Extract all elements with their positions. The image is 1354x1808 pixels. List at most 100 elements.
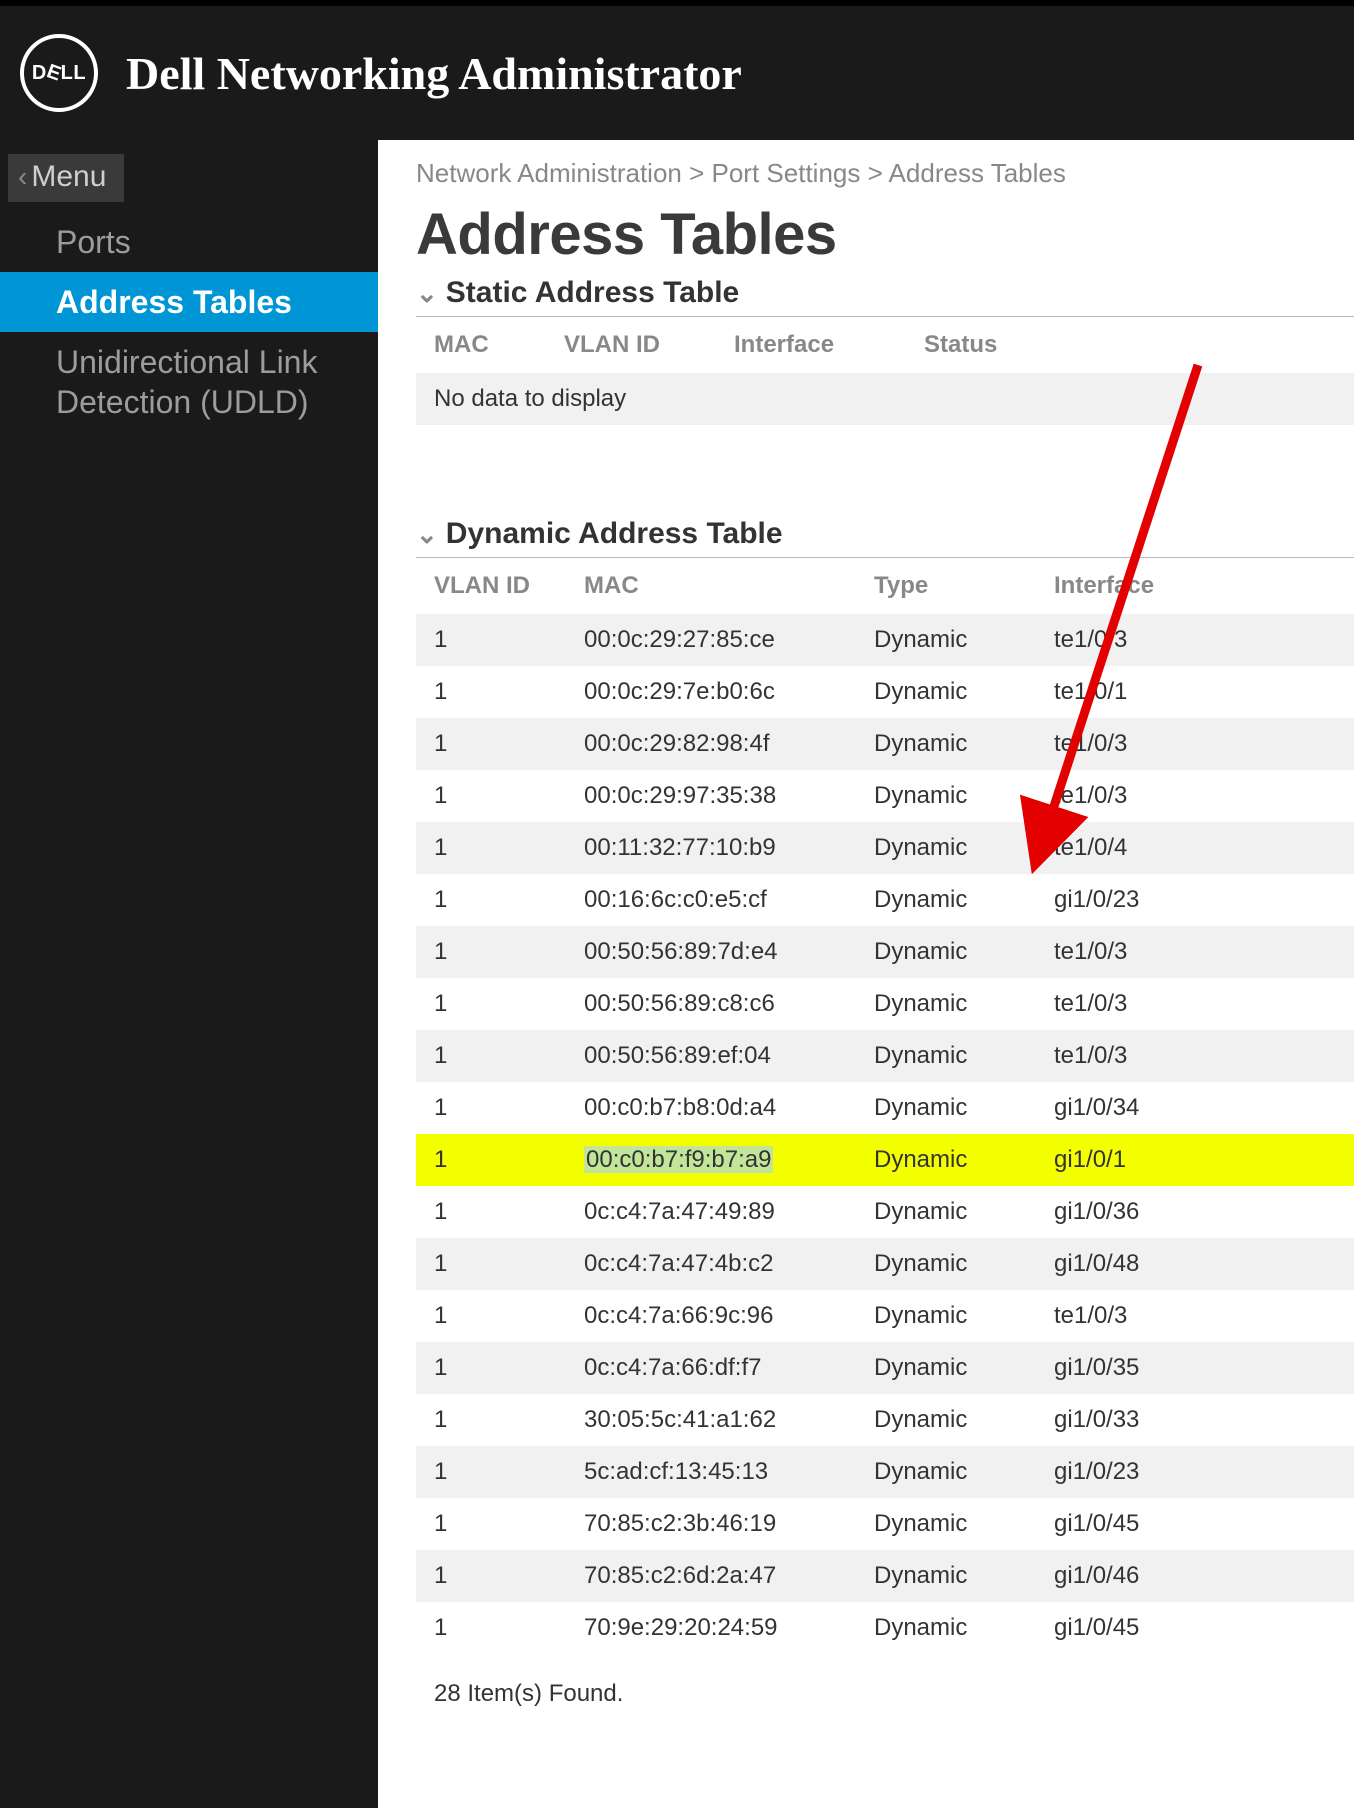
- cell-interface: gi1/0/35: [1036, 1342, 1354, 1394]
- cell-type: Dynamic: [856, 1082, 1036, 1134]
- cell-vlan: 1: [416, 1030, 566, 1082]
- cell-interface: gi1/0/36: [1036, 1186, 1354, 1238]
- app-title: Dell Networking Administrator: [126, 47, 742, 100]
- cell-interface: gi1/0/1: [1036, 1134, 1354, 1186]
- cell-type: Dynamic: [856, 1030, 1036, 1082]
- table-row[interactable]: 100:50:56:89:7d:e4Dynamicte1/0/3: [416, 926, 1354, 978]
- cell-type: Dynamic: [856, 1394, 1036, 1446]
- section-title-dynamic: Dynamic Address Table: [446, 517, 783, 551]
- table-row[interactable]: 10c:c4:7a:47:49:89Dynamicgi1/0/36: [416, 1186, 1354, 1238]
- cell-vlan: 1: [416, 1602, 566, 1654]
- cell-vlan: 1: [416, 666, 566, 718]
- table-row[interactable]: 100:0c:29:97:35:38Dynamicte1/0/3: [416, 770, 1354, 822]
- table-row[interactable]: 15c:ad:cf:13:45:13Dynamicgi1/0/23: [416, 1446, 1354, 1498]
- column-header: VLAN ID: [546, 317, 716, 373]
- cell-vlan: 1: [416, 1342, 566, 1394]
- cell-interface: te1/0/3: [1036, 718, 1354, 770]
- table-row[interactable]: 170:85:c2:6d:2a:47Dynamicgi1/0/46: [416, 1550, 1354, 1602]
- cell-interface: gi1/0/33: [1036, 1394, 1354, 1446]
- section-toggle-dynamic[interactable]: ⌄ Dynamic Address Table: [416, 517, 1354, 551]
- cell-mac: 0c:c4:7a:47:49:89: [566, 1186, 856, 1238]
- cell-mac: 00:c0:b7:b8:0d:a4: [566, 1082, 856, 1134]
- cell-mac: 00:0c:29:27:85:ce: [566, 614, 856, 666]
- cell-type: Dynamic: [856, 1602, 1036, 1654]
- cell-vlan: 1: [416, 1394, 566, 1446]
- cell-type: Dynamic: [856, 1238, 1036, 1290]
- menu-back-button[interactable]: ‹ Menu: [8, 154, 124, 202]
- cell-interface: gi1/0/45: [1036, 1498, 1354, 1550]
- cell-vlan: 1: [416, 1134, 566, 1186]
- table-row[interactable]: 130:05:5c:41:a1:62Dynamicgi1/0/33: [416, 1394, 1354, 1446]
- cell-type: Dynamic: [856, 1186, 1036, 1238]
- cell-type: Dynamic: [856, 718, 1036, 770]
- cell-type: Dynamic: [856, 926, 1036, 978]
- column-header: VLAN ID: [416, 558, 566, 614]
- cell-type: Dynamic: [856, 1550, 1036, 1602]
- cell-interface: te1/0/3: [1036, 1030, 1354, 1082]
- static-address-table: MACVLAN IDInterfaceStatus No data to dis…: [416, 317, 1354, 425]
- cell-vlan: 1: [416, 1082, 566, 1134]
- column-header: Status: [906, 317, 1354, 373]
- section-toggle-static[interactable]: ⌄ Static Address Table: [416, 276, 1354, 310]
- table-row[interactable]: 100:16:6c:c0:e5:cfDynamicgi1/0/23: [416, 874, 1354, 926]
- cell-type: Dynamic: [856, 1342, 1036, 1394]
- table-row[interactable]: 10c:c4:7a:66:df:f7Dynamicgi1/0/35: [416, 1342, 1354, 1394]
- sidebar: ‹ Menu PortsAddress TablesUnidirectional…: [0, 140, 378, 1808]
- dynamic-address-table: VLAN IDMACTypeInterface 100:0c:29:27:85:…: [416, 558, 1354, 1654]
- cell-vlan: 1: [416, 926, 566, 978]
- table-row[interactable]: 10c:c4:7a:47:4b:c2Dynamicgi1/0/48: [416, 1238, 1354, 1290]
- cell-vlan: 1: [416, 614, 566, 666]
- cell-type: Dynamic: [856, 1498, 1036, 1550]
- cell-type: Dynamic: [856, 874, 1036, 926]
- chevron-down-icon: ⌄: [416, 278, 438, 309]
- column-header: Type: [856, 558, 1036, 614]
- cell-mac: 0c:c4:7a:66:9c:96: [566, 1290, 856, 1342]
- cell-vlan: 1: [416, 1290, 566, 1342]
- cell-type: Dynamic: [856, 1290, 1036, 1342]
- sidebar-item-ports[interactable]: Ports: [0, 212, 378, 272]
- dell-logo-icon: DELL: [20, 34, 98, 112]
- cell-type: Dynamic: [856, 978, 1036, 1030]
- cell-mac: 70:85:c2:3b:46:19: [566, 1498, 856, 1550]
- cell-vlan: 1: [416, 1498, 566, 1550]
- cell-mac: 00:11:32:77:10:b9: [566, 822, 856, 874]
- table-row[interactable]: 100:50:56:89:c8:c6Dynamicte1/0/3: [416, 978, 1354, 1030]
- sidebar-item-unidirectional-link-detection-udld[interactable]: Unidirectional Link Detection (UDLD): [0, 332, 378, 432]
- cell-interface: te1/0/4: [1036, 822, 1354, 874]
- table-row[interactable]: 100:0c:29:27:85:ceDynamicte1/0/3: [416, 614, 1354, 666]
- cell-type: Dynamic: [856, 666, 1036, 718]
- table-row[interactable]: 100:11:32:77:10:b9Dynamicte1/0/4: [416, 822, 1354, 874]
- cell-interface: te1/0/3: [1036, 978, 1354, 1030]
- cell-interface: gi1/0/45: [1036, 1602, 1354, 1654]
- cell-interface: te1/0/3: [1036, 926, 1354, 978]
- cell-mac: 00:0c:29:97:35:38: [566, 770, 856, 822]
- cell-interface: te1/0/3: [1036, 770, 1354, 822]
- cell-interface: te1/0/1: [1036, 666, 1354, 718]
- main-content: Network Administration > Port Settings >…: [378, 140, 1354, 1808]
- table-row[interactable]: 170:85:c2:3b:46:19Dynamicgi1/0/45: [416, 1498, 1354, 1550]
- table-row[interactable]: 170:9e:29:20:24:59Dynamicgi1/0/45: [416, 1602, 1354, 1654]
- cell-type: Dynamic: [856, 770, 1036, 822]
- section-title-static: Static Address Table: [446, 276, 739, 310]
- cell-vlan: 1: [416, 1238, 566, 1290]
- table-row[interactable]: 10c:c4:7a:66:9c:96Dynamicte1/0/3: [416, 1290, 1354, 1342]
- cell-vlan: 1: [416, 770, 566, 822]
- cell-mac: 5c:ad:cf:13:45:13: [566, 1446, 856, 1498]
- table-row: No data to display: [416, 373, 1354, 425]
- cell-vlan: 1: [416, 1550, 566, 1602]
- table-row[interactable]: 100:c0:b7:f9:b7:a9Dynamicgi1/0/1: [416, 1134, 1354, 1186]
- cell-vlan: 1: [416, 1446, 566, 1498]
- column-header: Interface: [1036, 558, 1354, 614]
- table-row[interactable]: 100:0c:29:7e:b0:6cDynamicte1/0/1: [416, 666, 1354, 718]
- cell-mac: 00:0c:29:7e:b0:6c: [566, 666, 856, 718]
- cell-mac: 00:16:6c:c0:e5:cf: [566, 874, 856, 926]
- table-row[interactable]: 100:50:56:89:ef:04Dynamicte1/0/3: [416, 1030, 1354, 1082]
- cell-mac: 0c:c4:7a:66:df:f7: [566, 1342, 856, 1394]
- table-row[interactable]: 100:c0:b7:b8:0d:a4Dynamicgi1/0/34: [416, 1082, 1354, 1134]
- sidebar-item-address-tables[interactable]: Address Tables: [0, 272, 378, 332]
- table-row[interactable]: 100:0c:29:82:98:4fDynamicte1/0/3: [416, 718, 1354, 770]
- cell-mac: 00:c0:b7:f9:b7:a9: [566, 1134, 856, 1186]
- cell-interface: gi1/0/46: [1036, 1550, 1354, 1602]
- column-header: MAC: [566, 558, 856, 614]
- chevron-left-icon: ‹: [18, 161, 27, 193]
